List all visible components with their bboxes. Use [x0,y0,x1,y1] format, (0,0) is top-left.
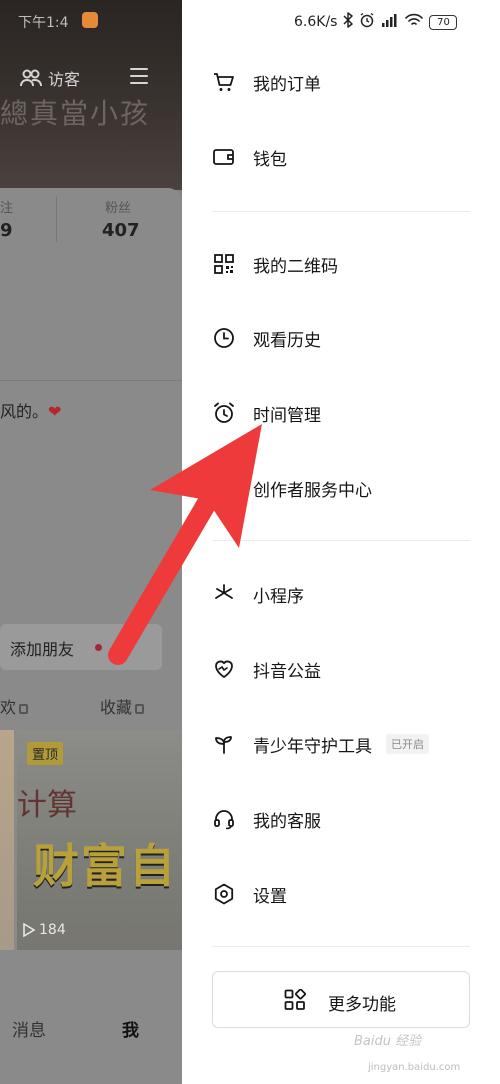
menu-item-creator-center[interactable]: 创作者服务中心 [182,460,500,516]
tab-favorites[interactable]: 收藏 [100,694,145,718]
following-label: 注 [0,201,14,216]
menu-item-customer-service[interactable]: 我的客服 [182,791,500,847]
add-friend-button[interactable]: 添加朋友 [0,624,162,670]
menu-label: 小程序 [253,586,304,607]
wallet-icon [212,145,236,169]
side-drawer-menu: 我的订单 钱包 我的二维码 观看历史 时间管理 创作者服务中心 小程序 抖音公益… [182,0,500,1084]
menu-label: 时间管理 [253,405,321,426]
menu-item-mini-program[interactable]: 小程序 [182,566,500,622]
grid-icon [284,989,306,1010]
pinned-badge: 置顶 [27,742,64,765]
fans-label: 粉丝 [105,201,132,216]
menu-item-settings[interactable]: 设置 [182,866,500,922]
mini-program-icon [212,582,236,606]
menu-item-charity[interactable]: 抖音公益 [182,641,500,697]
alarm-icon [212,401,236,425]
menu-label: 钱包 [253,149,287,170]
menu-label: 创作者服务中心 [253,480,372,501]
more-functions-label: 更多功能 [328,995,396,1015]
play-icon [23,923,35,937]
nav-me[interactable]: 我 [122,1016,139,1041]
more-functions-button[interactable]: 更多功能 [212,971,470,1028]
thumbnail-caption: 财富自 [33,839,177,893]
battery-icon: 70 [429,14,458,30]
add-friend-label: 添加朋友 [10,640,75,659]
signal-icon [381,13,399,31]
clock-icon [212,326,236,350]
menu-item-time-management[interactable]: 时间管理 [182,385,500,441]
settings-hexagon-icon [212,882,236,906]
creator-icon [212,476,236,500]
baidu-watermark: Baidu 经验 [354,1034,422,1049]
menu-label: 我的客服 [253,811,321,832]
menu-item-youth-guard[interactable]: 青少年守护工具 已开启 [182,716,500,772]
menu-label: 观看历史 [253,330,321,351]
video-thumbnail[interactable] [0,730,14,950]
menu-item-watch-history[interactable]: 观看历史 [182,310,500,366]
notification-app-icon [82,12,98,28]
view-count: 184 [23,922,66,938]
visitor-button[interactable]: 访客 [20,66,80,90]
status-time: 下午1:4 [18,15,69,31]
heart-emoji-icon: ❤ [48,402,62,421]
bluetooth-icon [343,12,354,32]
menu-label: 设置 [253,886,287,907]
fans-count[interactable]: 407 [102,220,140,241]
lock-icon [19,704,29,714]
status-bar-right: 6.6K/s 70 [294,12,458,32]
headset-icon [212,807,236,831]
following-count[interactable]: 9 [0,220,13,241]
video-thumbnail-pinned[interactable]: 置顶 计算 财富自 184 [17,730,182,950]
menu-label: 青少年守护工具 [253,736,372,757]
qrcode-icon [212,252,236,276]
visitor-label: 访客 [48,70,81,89]
profile-page-background: 下午1:4 總真當小孩 访客 注 9 粉丝 407 风的。❤ 添加朋友 欢 收藏… [0,0,182,1084]
notification-dot [95,644,102,651]
cart-icon [212,70,236,94]
banner-text: 總真當小孩 [0,97,151,130]
charity-heart-icon [212,657,236,681]
sprout-icon [212,732,236,756]
alarm-status-icon [359,12,375,32]
baidu-watermark-url: jingyan.baidu.com [368,1062,461,1073]
menu-item-qrcode[interactable]: 我的二维码 [182,236,500,292]
tab-likes[interactable]: 欢 [0,694,29,718]
menu-label: 抖音公益 [253,661,321,682]
people-icon [20,69,42,87]
menu-item-wallet[interactable]: 钱包 [182,129,500,185]
net-speed: 6.6K/s [294,14,338,30]
menu-divider [212,540,470,541]
profile-bio: 风的。❤ [0,402,62,421]
status-badge: 已开启 [386,734,429,754]
menu-label: 我的订单 [253,74,321,95]
hamburger-menu-icon[interactable] [130,68,148,84]
menu-item-orders[interactable]: 我的订单 [182,54,500,110]
thumbnail-title: 计算 [17,788,77,823]
menu-label: 我的二维码 [253,256,338,277]
menu-divider [212,211,470,212]
section-divider [0,380,182,381]
lock-icon [135,704,145,714]
menu-divider [212,946,470,947]
nav-messages[interactable]: 消息 [12,1016,46,1041]
wifi-icon [405,13,424,31]
stats-divider [56,196,57,242]
